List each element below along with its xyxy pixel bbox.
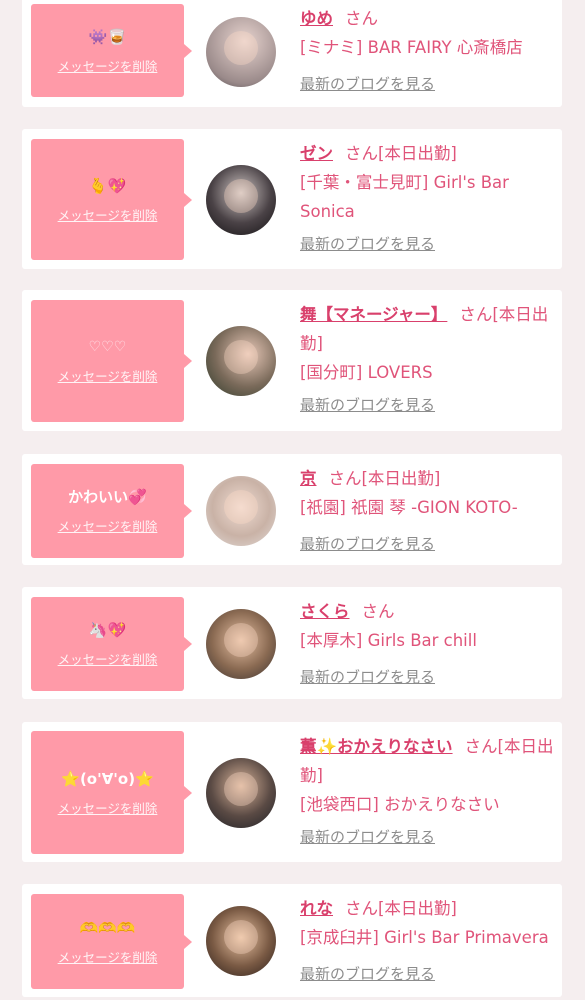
member-name-link[interactable]: 薫✨おかえりなさい	[300, 737, 453, 756]
shop-name: [祇園] 祇園 琴 -GION KOTO-	[300, 498, 518, 517]
latest-blog-link[interactable]: 最新のブログを見る	[300, 960, 555, 989]
member-suffix: さん	[361, 602, 395, 621]
member-info: 京さん[本日出勤] [祇園] 祇園 琴 -GION KOTO- 最新のブログを見…	[300, 464, 555, 559]
latest-blog-link[interactable]: 最新のブログを見る	[300, 70, 555, 99]
message-bubble: 🦄💖 メッセージを削除	[31, 597, 192, 691]
latest-blog-link[interactable]: 最新のブログを見る	[300, 823, 555, 852]
member-name-link[interactable]: 京	[300, 469, 317, 488]
member-suffix: さん[本日出勤]	[345, 899, 457, 918]
shop-name: [ミナミ] BAR FAIRY 心斎橋店	[300, 38, 523, 57]
member-info: さくら さん [本厚木] Girls Bar chill 最新のブログを見る	[300, 597, 555, 692]
latest-blog-link[interactable]: 最新のブログを見る	[300, 230, 555, 259]
member-info: ゼン さん[本日出勤] [千葉・富士見町] Girl's Bar Sonica 最…	[300, 139, 555, 259]
member-name-link[interactable]: さくら	[300, 602, 350, 621]
avatar[interactable]	[206, 476, 276, 546]
avatar[interactable]	[206, 906, 276, 976]
shop-name: [京成臼井] Girl's Bar Primavera	[300, 928, 549, 947]
delete-message-link[interactable]: メッセージを削除	[58, 798, 158, 817]
avatar[interactable]	[206, 17, 276, 87]
delete-message-link[interactable]: メッセージを削除	[58, 205, 158, 224]
shop-name: [池袋西口] おかえりなさい	[300, 795, 500, 814]
member-info: 舞【マネージャー】 さん[本日出勤] [国分町] LOVERS 最新のブログを見る	[300, 300, 555, 420]
favorite-card: 🫰💖 メッセージを削除 ゼン さん[本日出勤] [千葉・富士見町] Girl's …	[22, 129, 562, 269]
delete-message-link[interactable]: メッセージを削除	[58, 366, 158, 385]
favorite-card: 👾🥃 メッセージを削除 ゆめ さん [ミナミ] BAR FAIRY 心斎橋店 最新…	[22, 0, 562, 107]
message-text: 👾🥃	[88, 27, 127, 46]
message-text: ♡♡♡	[88, 339, 127, 355]
delete-message-link[interactable]: メッセージを削除	[58, 56, 158, 75]
message-text: 🫰💖	[88, 176, 127, 195]
favorite-card: ⭐(o'∀'o)⭐ メッセージを削除 薫✨おかえりなさい さん[本日出勤] [池袋…	[22, 722, 562, 862]
avatar[interactable]	[206, 165, 276, 235]
message-bubble: かわいい💞 メッセージを削除	[31, 464, 192, 558]
delete-message-link[interactable]: メッセージを削除	[58, 947, 158, 966]
favorite-card: 🫶🫶🫶 メッセージを削除 れな さん[本日出勤] [京成臼井] Girl's Ba…	[22, 884, 562, 997]
favorite-card: ♡♡♡ メッセージを削除 舞【マネージャー】 さん[本日出勤] [国分町] LOV…	[22, 290, 562, 431]
avatar[interactable]	[206, 326, 276, 396]
message-text: 🦄💖	[88, 621, 127, 639]
message-text: かわいい💞	[68, 488, 147, 506]
shop-name: [本厚木] Girls Bar chill	[300, 631, 477, 650]
avatar[interactable]	[206, 758, 276, 828]
member-info: れな さん[本日出勤] [京成臼井] Girl's Bar Primavera 最…	[300, 894, 555, 989]
member-suffix: さん[本日出勤]	[328, 469, 441, 488]
message-text: 🫶🫶🫶	[79, 918, 136, 937]
message-bubble: 👾🥃 メッセージを削除	[31, 4, 192, 97]
latest-blog-link[interactable]: 最新のブログを見る	[300, 391, 555, 420]
delete-message-link[interactable]: メッセージを削除	[58, 649, 158, 668]
latest-blog-link[interactable]: 最新のブログを見る	[300, 663, 555, 692]
latest-blog-link[interactable]: 最新のブログを見る	[300, 530, 555, 559]
favorite-card: 🦄💖 メッセージを削除 さくら さん [本厚木] Girls Bar chill …	[22, 587, 562, 699]
message-text: ⭐(o'∀'o)⭐	[61, 769, 154, 788]
favorite-card: かわいい💞 メッセージを削除 京さん[本日出勤] [祇園] 祇園 琴 -GION…	[22, 454, 562, 565]
message-bubble: 🫶🫶🫶 メッセージを削除	[31, 894, 192, 989]
member-name-link[interactable]: 舞【マネージャー】	[300, 305, 447, 324]
member-suffix: さん[本日出勤]	[345, 144, 457, 163]
member-name-link[interactable]: ゆめ	[300, 9, 333, 28]
message-bubble: 🫰💖 メッセージを削除	[31, 139, 192, 260]
member-suffix: さん	[345, 9, 378, 28]
message-bubble: ♡♡♡ メッセージを削除	[31, 300, 192, 422]
favorite-list: 👾🥃 メッセージを削除 ゆめ さん [ミナミ] BAR FAIRY 心斎橋店 最新…	[0, 0, 585, 1000]
shop-name: [国分町] LOVERS	[300, 363, 433, 382]
member-name-link[interactable]: ゼン	[300, 144, 333, 163]
member-info: ゆめ さん [ミナミ] BAR FAIRY 心斎橋店 最新のブログを見る	[300, 4, 555, 99]
member-info: 薫✨おかえりなさい さん[本日出勤] [池袋西口] おかえりなさい 最新のブログを…	[300, 732, 555, 852]
avatar[interactable]	[206, 609, 276, 679]
member-name-link[interactable]: れな	[300, 899, 333, 918]
shop-name: [千葉・富士見町] Girl's Bar Sonica	[300, 173, 509, 221]
delete-message-link[interactable]: メッセージを削除	[58, 516, 158, 535]
message-bubble: ⭐(o'∀'o)⭐ メッセージを削除	[31, 731, 192, 854]
